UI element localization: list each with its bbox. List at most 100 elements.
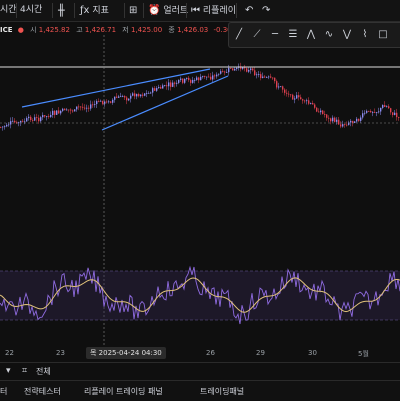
candle-body [306,100,308,102]
candle-body [236,67,238,69]
candle-body [76,106,78,110]
candle-body [20,120,22,123]
candle-body [46,116,48,118]
candle-body [144,93,146,96]
candle-body [322,110,324,114]
candle-body [224,71,226,73]
candle-body [146,93,148,95]
toolbar-divider [52,3,53,18]
candle-body [204,75,206,77]
candle-body [294,98,296,100]
candle-body [256,74,258,76]
candle-body [80,106,82,108]
low-label: 저 [122,26,129,34]
candle-body [250,68,252,70]
candle-body [196,77,198,80]
candle-body [316,107,318,112]
alert-button[interactable]: ⏰ 얼러트 [148,4,188,17]
candle-body [26,118,28,122]
replay-label: 리플레이 [202,6,236,16]
candle-body [188,77,190,81]
toolbar-divider [124,3,125,18]
candle-body [36,117,38,119]
candle-body [106,101,108,103]
candle-body [162,85,164,89]
candle-body [96,101,98,105]
tab-screener[interactable]: 터 [0,386,7,397]
candle-body [290,94,292,96]
layout-icon[interactable]: ⊞ [129,4,137,17]
candle-body [150,92,152,94]
candle-body [138,94,140,97]
lower-trendline[interactable] [101,75,229,131]
candle-body [378,111,380,113]
candle-body [202,75,204,77]
candle-body [156,88,158,91]
tab-strategy-tester[interactable]: 전략테스터 [24,386,61,397]
tab-replay-trading-panel[interactable]: 리플레이 트레이딩 패널 [84,386,163,397]
candle-body [140,94,142,97]
replay-button[interactable]: ⏮ 리플레이 [191,4,236,17]
candle-body [164,85,166,87]
candle-body [278,86,280,88]
candle-body [42,115,44,118]
symbol-label[interactable]: ICE [0,26,13,34]
price-chart[interactable] [0,35,400,345]
candle-body [220,71,222,74]
candle-body [384,105,386,107]
candle-body [6,124,8,127]
candle-body [120,96,122,98]
candle-body [246,68,248,72]
candle-body [282,86,284,90]
candle-body [44,115,46,117]
candle-body [386,106,388,108]
indicators-label: 지표 [92,6,109,16]
candle-body [260,74,262,78]
tab-trading-panel[interactable]: 트레이딩패널 [200,386,244,397]
candle-body [14,120,16,123]
top-toolbar: 시간 4시간 ╫ ƒx 지표 ⊞ ⏰ 얼러트 ⏮ 리플레이 ↶ ↷ [0,0,400,22]
candle-body [182,78,184,83]
candle-body [66,109,68,111]
candle-body [264,76,266,78]
high-value: 1,426.71 [84,26,117,34]
candle-body [184,78,186,83]
candle-body [314,104,316,108]
candle-body [158,87,160,89]
toolbar-divider [186,3,187,18]
candle-body [8,124,10,126]
calendar-range-icon[interactable]: ⌗ [22,366,27,376]
symbol-interval-fragment[interactable]: 시간 [0,4,17,17]
bottom-panel-tabs: 터 전략테스터 리플레이 트레이딩 패널 트레이딩패널 [0,380,400,401]
candle-body [24,121,26,123]
candle-body [172,82,174,87]
time-axis[interactable]: 22 23 25 26 29 30 5월 [0,345,400,361]
candle-body [366,110,368,113]
indicators-button[interactable]: ƒx 지표 [80,4,109,17]
candle-body [252,68,254,71]
candle-body [102,100,104,104]
candle-body [310,102,312,104]
candle-body [258,74,260,75]
candle-body [72,110,74,112]
candle-body [392,112,394,115]
candle-body [280,86,282,88]
bar-style-icon[interactable]: ╫ [58,4,65,17]
time-tick: 30 [308,349,317,357]
alert-icon: ⏰ [148,5,161,16]
high-label: 고 [76,26,83,34]
toolbar-divider [143,3,144,18]
candle-body [178,79,180,83]
candle-body [398,117,400,118]
chevron-down-icon[interactable]: ▾ [6,366,11,376]
candle-body [360,117,362,121]
range-all-button[interactable]: 전체 [36,366,51,377]
candle-body [328,117,330,119]
redo-icon[interactable]: ↷ [262,4,270,17]
candle-body [148,92,150,94]
candle-body [358,118,360,121]
upper-trendline[interactable] [21,68,211,108]
interval-button[interactable]: 4시간 [20,4,42,17]
candle-body [18,122,20,124]
undo-icon[interactable]: ↶ [245,4,253,17]
